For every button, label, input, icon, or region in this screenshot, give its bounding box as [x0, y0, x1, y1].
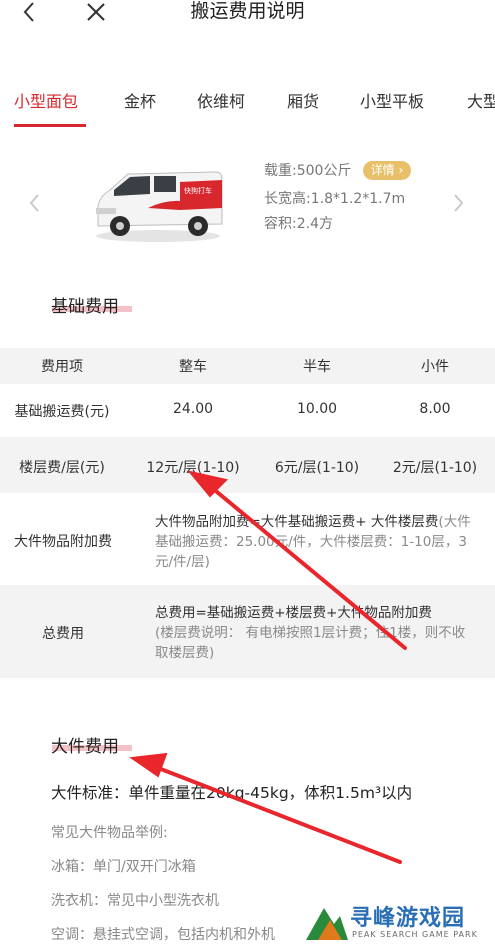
- table-header-row: 费用项 整车 半车 小件: [0, 348, 495, 384]
- top-bar: 搬运费用说明: [0, 0, 495, 30]
- active-tab-indicator: [14, 124, 86, 127]
- bulky-fee-title: 大件费用: [51, 737, 119, 757]
- next-vehicle-icon[interactable]: [449, 190, 467, 216]
- total-fee-formula: 总费用=基础搬运费+楼层费+大件物品附加费: [155, 605, 432, 621]
- header-half: 半车: [303, 359, 331, 375]
- base-fee-title: 基础费用: [51, 297, 119, 317]
- header-fee-item: 费用项: [41, 359, 83, 375]
- tab-xiaoxing-pingban[interactable]: 小型平板: [360, 88, 424, 112]
- row-label: 总费用: [42, 626, 84, 642]
- header-full: 整车: [179, 359, 207, 375]
- row-label: 基础搬运费(元): [14, 404, 110, 420]
- annotation-arrow: [146, 762, 402, 864]
- volume-spec: 容积:2.4方: [264, 216, 333, 232]
- tab-xiaoxing-mianbao[interactable]: 小型面包: [14, 88, 78, 112]
- cell-value: 10.00: [296, 401, 338, 417]
- table-row: 楼层费/层(元) 12元/层(1-10) 6元/层(1-10) 2元/层(1-1…: [0, 437, 495, 493]
- row-label: 楼层费/层(元): [19, 460, 105, 476]
- bulky-fee-description: 大件物品附加费=大件基础搬运费+ 大件楼层费(大件基础搬运费：25.00元/件，…: [155, 512, 475, 572]
- van-image: 快狗打车: [88, 162, 228, 244]
- example-item: 冰箱：单门/双开门冰箱: [51, 859, 196, 875]
- tab-yiweike[interactable]: 依维柯: [197, 88, 245, 112]
- total-fee-description: 总费用=基础搬运费+楼层费+大件物品附加费 (楼层费说明： 有电梯按照1层计费；…: [155, 603, 475, 663]
- vehicle-tabs: 小型面包 金杯 依维柯 厢货 小型平板 大型: [0, 84, 495, 128]
- cell-value: 6元/层(1-10): [274, 460, 360, 476]
- tab-daxing[interactable]: 大型: [467, 88, 495, 112]
- page-title: 搬运费用说明: [190, 0, 305, 22]
- examples-title: 常见大件物品举例:: [51, 825, 168, 841]
- watermark-subtitle: PEAK SEARCH GAME PARK: [352, 930, 478, 939]
- table-row-bulky: 大件物品附加费 大件物品附加费=大件基础搬运费+ 大件楼层费(大件基础搬运费：2…: [0, 494, 495, 584]
- example-item: 空调：悬挂式空调，包括内机和外机: [51, 927, 275, 943]
- bulky-standard: 大件标准：单件重量在20kg-45kg，体积1.5m³以内: [51, 784, 413, 802]
- tab-xianghuo[interactable]: 厢货: [287, 88, 319, 112]
- mountain-logo-icon: [306, 908, 348, 940]
- table-row-total: 总费用 总费用=基础搬运费+楼层费+大件物品附加费 (楼层费说明： 有电梯按照1…: [0, 585, 495, 678]
- example-item: 洗衣机：常见中小型洗衣机: [51, 893, 219, 909]
- watermark: 寻峰游戏园 PEAK SEARCH GAME PARK: [300, 896, 495, 947]
- load-spec: 载重:500公斤: [264, 163, 352, 179]
- header-small: 小件: [421, 359, 449, 375]
- bulky-fee-formula: 大件物品附加费=大件基础搬运费+ 大件楼层费: [155, 514, 439, 530]
- cell-value: 2元/层(1-10): [392, 460, 478, 476]
- size-spec: 长宽高:1.8*1.2*1.7m: [264, 191, 406, 207]
- row-label: 大件物品附加费: [14, 534, 112, 550]
- cell-value: 8.00: [419, 401, 451, 417]
- total-fee-note: (楼层费说明： 有电梯按照1层计费；住1楼，则不收取楼层费): [155, 625, 466, 661]
- cell-value: 12元/层(1-10): [146, 460, 240, 476]
- prev-vehicle-icon[interactable]: [26, 190, 44, 216]
- cell-value: 24.00: [172, 401, 214, 417]
- detail-button[interactable]: 详情 ›: [363, 161, 411, 180]
- tab-jinbei[interactable]: 金杯: [124, 88, 156, 112]
- detail-label: 详情: [370, 163, 395, 177]
- table-row: 基础搬运费(元) 24.00 10.00 8.00: [0, 384, 495, 436]
- watermark-title: 寻峰游戏园: [350, 906, 466, 931]
- van-brand-text: 快狗打车: [184, 186, 212, 195]
